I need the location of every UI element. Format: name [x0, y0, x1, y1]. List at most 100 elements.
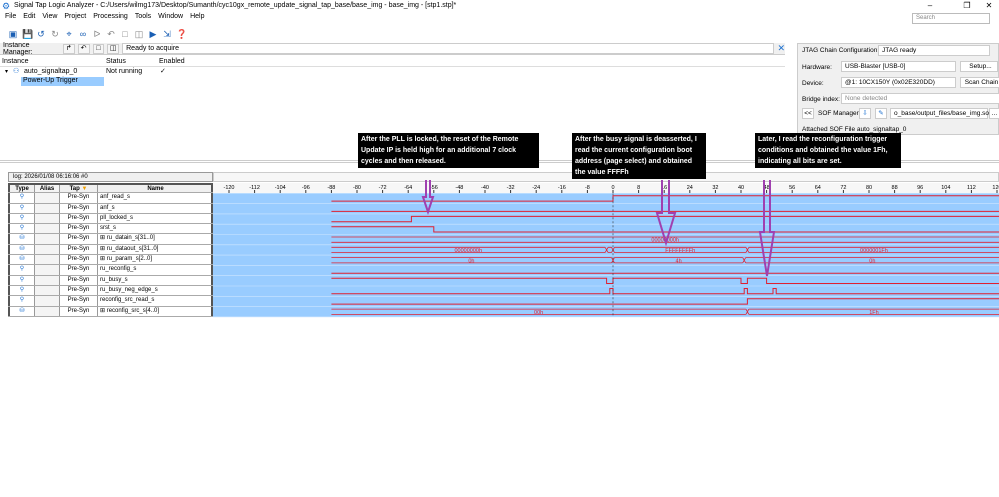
run-analysis-button[interactable]: ↱	[62, 43, 75, 54]
hardware-select[interactable]: USB-Blaster [USB-0]	[841, 61, 956, 72]
menu-tools[interactable]: Tools	[135, 11, 151, 22]
signal-name-cell[interactable]: ⊞ ru_param_s[2..0]	[98, 255, 213, 265]
alias-cell	[35, 213, 60, 224]
signal-name: ru_dataout_s[31..0]	[106, 245, 159, 252]
browse-button[interactable]: ...	[989, 108, 999, 119]
tick-label: 120	[992, 185, 999, 191]
expand-bus-icon[interactable]: ⊞	[100, 308, 107, 314]
signal-name-cell[interactable]: ru_busy_neg_edge_s	[98, 285, 213, 296]
col-status[interactable]: Status	[106, 57, 126, 66]
sof-label: SOF Manager:	[818, 110, 861, 117]
tap-cell: Pre-Syn	[60, 224, 98, 234]
help-icon[interactable]: ❓	[176, 29, 187, 39]
signal-name: srst_s	[100, 225, 117, 232]
signal-name-cell[interactable]: ru_reconfig_s	[98, 265, 213, 275]
menu-help[interactable]: Help	[190, 11, 204, 22]
col-alias[interactable]: Alias	[35, 185, 60, 193]
tick-label: -88	[327, 185, 335, 191]
menu-file[interactable]: File	[5, 11, 16, 22]
jtag-title: JTAG Chain Configuration:	[802, 47, 880, 54]
menu-edit[interactable]: Edit	[23, 11, 35, 22]
signal-row[interactable]: ⚲ Pre-Syn anf_read_s	[8, 193, 213, 204]
expand-bus-icon[interactable]: ⊞	[100, 246, 107, 252]
expand-icon[interactable]: ▾	[5, 68, 8, 75]
waveform-view[interactable]: -120 -112 -104 -96 -88 -80 -72 -64 -56 -48 -40 -32-…	[213, 183, 999, 319]
tick-label: -96	[302, 185, 310, 191]
collapse-button[interactable]: <<	[802, 108, 814, 119]
read-data-icon[interactable]: ◫	[134, 29, 144, 39]
power-up-trigger[interactable]: Power-Up Trigger	[21, 77, 104, 86]
program-device-icon[interactable]: ⇩	[859, 108, 871, 119]
setup-button[interactable]: Setup...	[960, 61, 998, 72]
col-name[interactable]: Name	[98, 185, 213, 193]
run-icon[interactable]: ᐅ	[92, 29, 102, 39]
col-instance[interactable]: Instance	[2, 57, 28, 66]
search-input[interactable]: Search	[912, 13, 990, 24]
close-instance-manager-icon[interactable]: ✕	[777, 43, 785, 54]
alias-cell	[35, 234, 60, 244]
undo-icon[interactable]: ↺	[36, 29, 46, 39]
signal-row[interactable]: ⚲ Pre-Syn ru_busy_neg_edge_s	[8, 285, 213, 297]
col-type[interactable]: Type	[8, 185, 35, 193]
signal-row[interactable]: ⚲ Pre-Syn pll_locked_s	[8, 213, 213, 225]
autorun-icon[interactable]: ↶	[106, 29, 116, 39]
menu-view[interactable]: View	[42, 11, 57, 22]
bus-value: 0000001Fh	[860, 248, 888, 254]
stop-button[interactable]: □	[92, 43, 105, 54]
close-button[interactable]: ✕	[979, 0, 999, 12]
signal-row[interactable]: ⚲ Pre-Syn ru_reconfig_s	[8, 265, 213, 276]
signal-row[interactable]: ⚲ Pre-Syn anf_s	[8, 203, 213, 214]
expand-bus-icon[interactable]: ⊞	[100, 256, 107, 262]
redo-icon[interactable]: ↻	[50, 29, 60, 39]
read-data-button[interactable]: ◫	[107, 43, 120, 54]
signal-name-cell[interactable]: srst_s	[98, 224, 213, 234]
signal-row[interactable]: ⛁ Pre-Syn ⊞ reconfig_src_s[4..0]	[8, 306, 213, 317]
node-finder-icon[interactable]: ⌖	[64, 29, 74, 39]
menu-project[interactable]: Project	[64, 11, 86, 22]
annotation-trigger: Later, I read the reconfiguration trigge…	[755, 133, 901, 168]
device-select[interactable]: @1: 10CX150Y (0x02E320DD)	[841, 77, 956, 88]
signal-name-cell[interactable]: pll_locked_s	[98, 213, 213, 224]
instance-name[interactable]: auto_signaltap_0	[24, 68, 77, 75]
save-icon[interactable]: 💾	[22, 29, 33, 39]
sof-path-input[interactable]: o_base/output_files/base_img.sof	[890, 108, 991, 119]
tag-icon[interactable]: ✎	[875, 108, 887, 119]
tick-label: -8	[585, 185, 590, 191]
signal-row[interactable]: ⛁ Pre-Syn ⊞ ru_param_s[2..0]	[8, 255, 213, 266]
menu-window[interactable]: Window	[158, 11, 183, 22]
col-tap[interactable]: Tap ▼	[60, 185, 98, 193]
stop-icon[interactable]: □	[120, 29, 130, 39]
play-icon[interactable]: ▶	[148, 29, 158, 39]
alias-cell	[35, 193, 60, 203]
col-enabled[interactable]: Enabled	[159, 57, 185, 66]
minimize-button[interactable]: –	[920, 0, 940, 12]
menu-processing[interactable]: Processing	[93, 11, 128, 22]
signal-name-cell[interactable]: ru_busy_s	[98, 275, 213, 285]
expand-bus-icon[interactable]: ⊞	[100, 235, 107, 241]
binoculars-icon[interactable]: ∞	[78, 29, 88, 39]
alias-cell	[35, 285, 60, 296]
signal-row[interactable]: ⚲ Pre-Syn reconfig_src_read_s	[8, 296, 213, 307]
program-icon[interactable]: ⇲	[162, 29, 172, 39]
acquire-status: Ready to acquire	[122, 43, 775, 54]
enabled-checkbox[interactable]: ✓	[160, 67, 166, 75]
device-label: Device:	[802, 80, 824, 87]
signal-row[interactable]: ⛁ Pre-Syn ⊞ ru_dataout_s[31..0]	[8, 244, 213, 256]
scan-chain-button[interactable]: Scan Chain	[960, 77, 999, 88]
signal-row[interactable]: ⚲ Pre-Syn srst_s	[8, 224, 213, 235]
signal-name-cell[interactable]: ⊞ ru_dataout_s[31..0]	[98, 244, 213, 255]
signal-name-cell[interactable]: anf_read_s	[98, 193, 213, 203]
signal-name: ru_param_s[2..0]	[106, 256, 153, 263]
signal-name-cell[interactable]: reconfig_src_read_s	[98, 296, 213, 306]
maximize-button[interactable]: ❐	[957, 0, 977, 12]
signal-row[interactable]: ⛁ Pre-Syn ⊞ ru_datain_s[31..0]	[8, 234, 213, 245]
filter-icon[interactable]: ▼	[81, 186, 87, 192]
instance-manager-bar: Instance Manager: ↱ ↶ □ ◫ Ready to acqui…	[0, 42, 785, 56]
signal-row[interactable]: ⚲ Pre-Syn ru_busy_s	[8, 275, 213, 286]
node-type-icon: ⚲	[8, 203, 35, 213]
signal-name-cell[interactable]: ⊞ ru_datain_s[31..0]	[98, 234, 213, 244]
autorun-button[interactable]: ↶	[77, 43, 90, 54]
setup-icon[interactable]: ▣	[8, 29, 18, 39]
signal-name-cell[interactable]: anf_s	[98, 203, 213, 213]
signal-name-cell[interactable]: ⊞ reconfig_src_s[4..0]	[98, 306, 213, 316]
